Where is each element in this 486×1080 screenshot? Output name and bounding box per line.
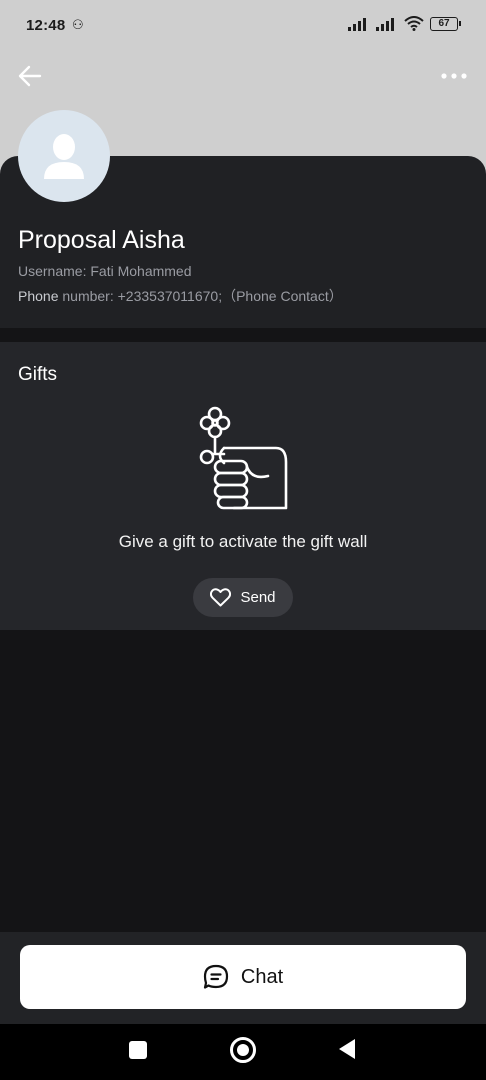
signal-icon-2 bbox=[376, 17, 394, 31]
system-nav-bar bbox=[0, 1024, 486, 1080]
status-icons: 67 bbox=[348, 16, 461, 31]
username-value: Fati Mohammed bbox=[90, 263, 192, 279]
do-not-disturb-icon: ⚇ bbox=[72, 17, 84, 32]
username-label: Username: bbox=[18, 263, 87, 279]
send-label: Send bbox=[240, 589, 276, 606]
profile-name: Proposal Aisha bbox=[18, 226, 185, 254]
chat-button[interactable]: Chat bbox=[20, 945, 466, 1009]
username-line: Username: Fati Mohammed bbox=[18, 263, 192, 279]
more-options-button[interactable] bbox=[440, 66, 468, 86]
gifts-title: Gifts bbox=[18, 364, 58, 385]
phone-line: Phone number: +233537011670;（Phone Conta… bbox=[18, 286, 343, 306]
chat-label: Chat bbox=[240, 965, 284, 988]
bottom-bar: Chat bbox=[0, 932, 486, 1024]
send-gift-button[interactable]: Send bbox=[193, 578, 293, 617]
wifi-icon bbox=[404, 16, 424, 31]
status-bar: 12:48 ⚇ 67 bbox=[0, 0, 486, 52]
battery-icon: 67 bbox=[430, 16, 461, 31]
system-back-button[interactable] bbox=[338, 1038, 356, 1060]
back-button[interactable] bbox=[16, 62, 44, 90]
home-button[interactable] bbox=[230, 1037, 256, 1063]
phone-label: Phone bbox=[18, 288, 59, 304]
gifts-section: Gifts Give a gift to activate the gift w… bbox=[0, 342, 486, 630]
avatar[interactable] bbox=[18, 110, 110, 202]
gift-empty-text: Give a gift to activate the gift wall bbox=[118, 532, 368, 551]
status-time: 12:48 bbox=[26, 17, 66, 34]
heart-icon bbox=[210, 588, 232, 607]
phone-value[interactable]: number: +233537011670;（Phone Contact） bbox=[62, 288, 342, 304]
chat-bubble-icon bbox=[203, 964, 228, 989]
hand-flower-icon bbox=[199, 406, 288, 510]
recents-button[interactable] bbox=[129, 1041, 147, 1059]
user-placeholder-icon bbox=[44, 134, 84, 179]
signal-icon bbox=[348, 17, 366, 31]
